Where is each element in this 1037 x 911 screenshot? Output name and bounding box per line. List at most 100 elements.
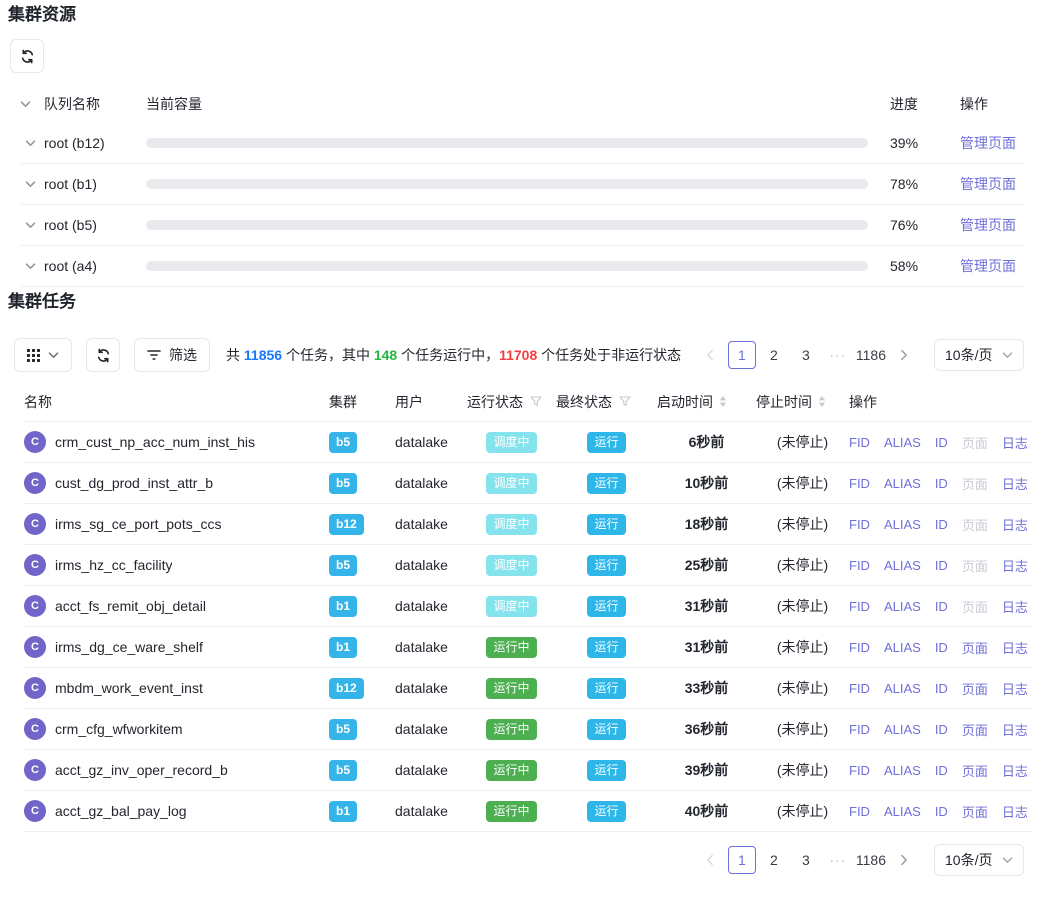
capacity-header: 当前容量	[146, 94, 868, 114]
page-button-1[interactable]: 1	[728, 846, 756, 874]
op-alias-link[interactable]: ALIAS	[884, 558, 921, 573]
next-page-button[interactable]	[890, 341, 918, 369]
queue-expand-chevron-icon[interactable]	[25, 263, 36, 270]
op-log-link[interactable]: 日志	[1002, 474, 1028, 493]
final-status-badge: 运行	[587, 719, 625, 740]
cluster-badge: b1	[329, 596, 357, 617]
op-page-link[interactable]: 页面	[962, 638, 988, 657]
op-log-link[interactable]: 日志	[1002, 761, 1028, 780]
stop-time-sort-carets-icon[interactable]	[818, 396, 826, 407]
collapse-all-chevron-icon[interactable]	[20, 101, 31, 108]
op-alias-link[interactable]: ALIAS	[884, 722, 921, 737]
final-status-badge: 运行	[587, 760, 625, 781]
op-id-link[interactable]: ID	[935, 599, 948, 614]
op-page-link[interactable]: 页面	[962, 679, 988, 698]
op-fid-link[interactable]: FID	[849, 558, 870, 573]
op-page-link[interactable]: 页面	[962, 761, 988, 780]
op-id-link[interactable]: ID	[935, 558, 948, 573]
start-time: 6秒前	[657, 432, 756, 452]
page-button-3[interactable]: 3	[792, 341, 820, 369]
op-fid-link[interactable]: FID	[849, 722, 870, 737]
op-alias-link[interactable]: ALIAS	[884, 681, 921, 696]
op-fid-link[interactable]: FID	[849, 599, 870, 614]
run-status-badge: 运行中	[486, 760, 536, 781]
op-page-link[interactable]: 页面	[962, 720, 988, 739]
queue-expand-chevron-icon[interactable]	[25, 222, 36, 229]
op-log-link[interactable]: 日志	[1002, 515, 1028, 534]
task-user: datalake	[395, 434, 467, 450]
task-name: cust_dg_prod_inst_attr_b	[55, 475, 213, 491]
op-fid-link[interactable]: FID	[849, 476, 870, 491]
manage-page-link[interactable]: 管理页面	[960, 258, 1016, 274]
op-log-link[interactable]: 日志	[1002, 720, 1028, 739]
queue-row: root (a4) 58% 管理页面	[20, 246, 1024, 287]
column-settings-button[interactable]	[14, 338, 72, 372]
page-button-3[interactable]: 3	[792, 846, 820, 874]
op-fid-link[interactable]: FID	[849, 763, 870, 778]
op-alias-link[interactable]: ALIAS	[884, 476, 921, 491]
cluster-badge: b5	[329, 719, 357, 740]
op-id-link[interactable]: ID	[935, 435, 948, 450]
manage-page-link[interactable]: 管理页面	[960, 135, 1016, 151]
op-id-link[interactable]: ID	[935, 640, 948, 655]
manage-page-link[interactable]: 管理页面	[960, 217, 1016, 233]
task-name: irms_dg_ce_ware_shelf	[55, 639, 203, 655]
op-log-link[interactable]: 日志	[1002, 597, 1028, 616]
op-alias-link[interactable]: ALIAS	[884, 763, 921, 778]
run-status-filter-funnel-icon[interactable]	[530, 396, 542, 407]
page-button-2[interactable]: 2	[760, 846, 788, 874]
op-fid-link[interactable]: FID	[849, 640, 870, 655]
queue-expand-chevron-icon[interactable]	[25, 181, 36, 188]
op-page-link[interactable]: 页面	[962, 802, 988, 821]
filter-button[interactable]: 筛选	[134, 338, 210, 372]
page-button-1186[interactable]: 1186	[856, 341, 886, 369]
op-alias-link[interactable]: ALIAS	[884, 435, 921, 450]
page-button-1[interactable]: 1	[728, 341, 756, 369]
not-running-task-count: 11708	[499, 347, 537, 363]
page-button-2[interactable]: 2	[760, 341, 788, 369]
queue-name: root (a4)	[44, 258, 146, 274]
name-header: 名称	[24, 392, 329, 412]
op-fid-link[interactable]: FID	[849, 517, 870, 532]
final-status-filter-funnel-icon[interactable]	[619, 396, 631, 407]
op-id-link[interactable]: ID	[935, 476, 948, 491]
op-alias-link[interactable]: ALIAS	[884, 804, 921, 819]
queue-expand-chevron-icon[interactable]	[25, 140, 36, 147]
tasks-toolbar: 筛选 共 11856 个任务，其中 148 个任务运行中，11708 个任务处于…	[14, 338, 1024, 372]
op-log-link[interactable]: 日志	[1002, 679, 1028, 698]
start-time: 31秒前	[657, 596, 756, 616]
grid-view-icon	[27, 349, 40, 362]
op-id-link[interactable]: ID	[935, 804, 948, 819]
op-log-link[interactable]: 日志	[1002, 556, 1028, 575]
tasks-refresh-button[interactable]	[86, 338, 120, 372]
op-id-link[interactable]: ID	[935, 722, 948, 737]
op-log-link[interactable]: 日志	[1002, 638, 1028, 657]
op-alias-link[interactable]: ALIAS	[884, 640, 921, 655]
run-status-badge: 调度中	[486, 473, 536, 494]
op-fid-link[interactable]: FID	[849, 804, 870, 819]
action-header: 操作	[960, 94, 988, 114]
task-row: C crm_cfg_wfworkitem b5 datalake 运行中 运行 …	[24, 709, 1032, 750]
op-id-link[interactable]: ID	[935, 681, 948, 696]
page-size-select[interactable]: 10条/页	[934, 339, 1024, 371]
op-fid-link[interactable]: FID	[849, 435, 870, 450]
task-user: datalake	[395, 721, 467, 737]
page-button-1186[interactable]: 1186	[856, 846, 886, 874]
resources-refresh-button[interactable]	[10, 39, 44, 73]
run-status-badge: 运行中	[486, 719, 536, 740]
run-status-badge: 运行中	[486, 678, 536, 699]
start-time-sort-carets-icon[interactable]	[719, 396, 727, 407]
op-log-link[interactable]: 日志	[1002, 433, 1028, 452]
op-alias-link[interactable]: ALIAS	[884, 517, 921, 532]
task-count-summary: 共 11856 个任务，其中 148 个任务运行中，11708 个任务处于非运行…	[226, 345, 681, 365]
op-log-link[interactable]: 日志	[1002, 802, 1028, 821]
op-id-link[interactable]: ID	[935, 763, 948, 778]
op-fid-link[interactable]: FID	[849, 681, 870, 696]
op-id-link[interactable]: ID	[935, 517, 948, 532]
page-size-select[interactable]: 10条/页	[934, 844, 1024, 876]
cluster-badge: b5	[329, 760, 357, 781]
next-page-button[interactable]	[890, 846, 918, 874]
queue-name-header: 队列名称	[44, 94, 146, 114]
op-alias-link[interactable]: ALIAS	[884, 599, 921, 614]
manage-page-link[interactable]: 管理页面	[960, 176, 1016, 192]
